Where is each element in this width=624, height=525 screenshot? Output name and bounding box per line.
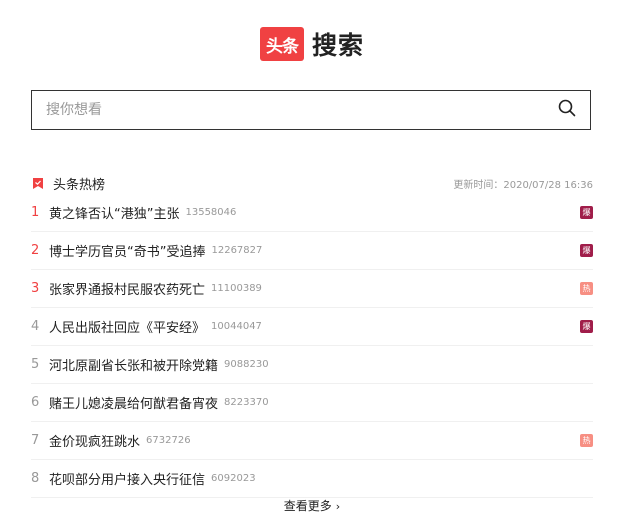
logo: 头条 搜索 (0, 26, 624, 62)
hot-item-count: 9088230 (224, 359, 269, 370)
view-more-link[interactable]: 查看更多 › (0, 497, 624, 514)
hot-list-item[interactable]: 1 黄之锋否认“港独”主张 13558046 爆 (31, 194, 593, 232)
hot-list-item[interactable]: 4 人民出版社回应《平安经》 10044047 爆 (31, 308, 593, 346)
view-more-label: 查看更多 (283, 499, 332, 513)
hot-item-count: 6732726 (146, 435, 191, 446)
hot-list-item[interactable]: 3 张家界通报村民服农药死亡 11100389 热 (31, 270, 593, 308)
rank-number: 1 (31, 205, 40, 220)
page-title: 搜索 (311, 31, 364, 60)
hot-item-title[interactable]: 赌王儿媳凌晨给何猷君备宵夜 (49, 393, 218, 412)
hot-list-item[interactable]: 7 金价现疯狂跳水 6732726 热 (31, 422, 593, 460)
hot-item-title[interactable]: 黄之锋否认“港独”主张 (49, 203, 179, 222)
search-bar (31, 90, 591, 130)
update-time: 更新时间：2020/07/28 16:36 (453, 176, 593, 191)
search-button[interactable] (544, 91, 590, 129)
hot-item-count: 6092023 (211, 473, 256, 484)
explosive-badge: 爆 (580, 206, 593, 219)
hot-list-header: 头条热榜 更新时间：2020/07/28 16:36 (31, 172, 593, 194)
hot-item-title[interactable]: 博士学历官员“奇书”受追捧 (49, 241, 205, 260)
rank-number: 8 (31, 471, 40, 486)
hot-list-item[interactable]: 8 花呗部分用户接入央行征信 6092023 (31, 460, 593, 498)
rank-number: 5 (31, 357, 40, 372)
rank-number: 6 (31, 395, 40, 410)
search-icon (558, 99, 576, 121)
explosive-badge: 爆 (580, 244, 593, 257)
toutiao-logo: 头条 (259, 27, 304, 61)
rank-number: 2 (31, 243, 40, 258)
hot-item-title[interactable]: 张家界通报村民服农药死亡 (49, 279, 205, 298)
hot-item-title[interactable]: 河北原副省长张和被开除党籍 (49, 355, 218, 374)
hot-item-title[interactable]: 金价现疯狂跳水 (49, 431, 140, 450)
hot-item-count: 10044047 (211, 321, 262, 332)
hot-list-title: 头条热榜 (53, 177, 106, 193)
hot-item-count: 8223370 (224, 397, 269, 408)
hot-item-count: 13558046 (185, 207, 237, 218)
hot-list-item[interactable]: 5 河北原副省长张和被开除党籍 9088230 (31, 346, 593, 384)
chevron-right-icon: › (335, 500, 341, 513)
hot-badge: 热 (580, 434, 593, 447)
update-time-label: 更新时间： (453, 179, 504, 191)
rank-number: 4 (31, 319, 40, 334)
rank-number: 3 (31, 281, 40, 296)
hot-list-item[interactable]: 2 博士学历官员“奇书”受追捧 12267827 爆 (31, 232, 593, 270)
hot-list-item[interactable]: 6 赌王儿媳凌晨给何猷君备宵夜 8223370 (31, 384, 593, 422)
rank-number: 7 (31, 433, 40, 448)
hot-item-title[interactable]: 人民出版社回应《平安经》 (49, 317, 205, 336)
explosive-badge: 爆 (580, 320, 593, 333)
hot-item-title[interactable]: 花呗部分用户接入央行征信 (49, 469, 205, 488)
search-input[interactable] (32, 92, 544, 128)
update-time-value: 2020/07/28 16:36 (503, 179, 593, 191)
hot-item-count: 11100389 (211, 283, 262, 294)
flag-icon (31, 176, 45, 190)
hot-list: 1 黄之锋否认“港独”主张 13558046 爆 2 博士学历官员“奇书”受追捧 12267… (31, 194, 593, 498)
hot-badge: 热 (580, 282, 593, 295)
hot-item-count: 12267827 (211, 245, 263, 256)
